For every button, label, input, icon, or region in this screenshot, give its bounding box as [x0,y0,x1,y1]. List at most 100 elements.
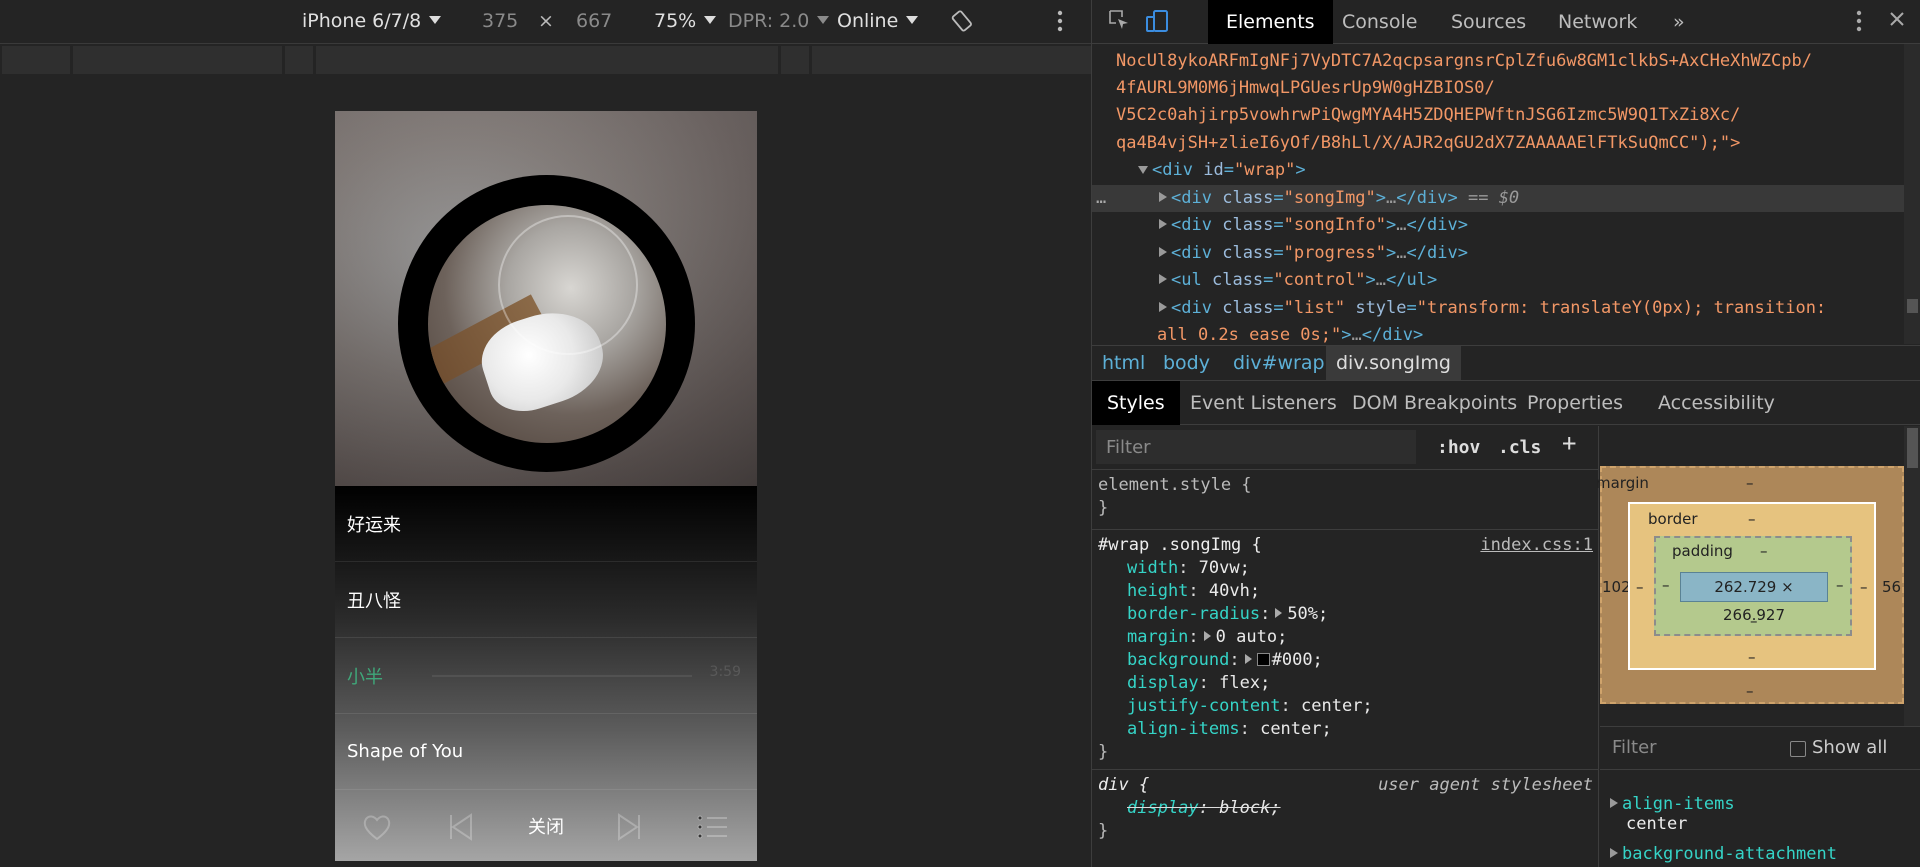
devtools-menu-icon[interactable] [1845,8,1873,36]
margin-left-value[interactable]: 102 [1602,578,1631,596]
dom-node-songimg[interactable]: … <div class="songImg">…</div> == $0 [1092,185,1904,212]
expand-triangle-icon[interactable] [1610,798,1618,808]
collapse-triangle-icon[interactable] [1138,166,1148,174]
song-progress-track [432,675,692,677]
attr-value-text: qa4B4vjSH+zlieI6yOf/B8hLl/X/AJR2qGU2dX7Z… [1116,133,1741,153]
breadcrumb-body[interactable]: body [1153,346,1220,380]
close-button[interactable]: 关闭 [513,813,579,843]
tab-network[interactable]: Network [1540,0,1655,44]
playlist-item[interactable]: Shape of You [335,714,757,790]
dom-scrollbar[interactable] [1904,44,1920,344]
dom-node-songinfo[interactable]: <div class="songInfo">…</div> [1092,212,1904,239]
tab-console[interactable]: Console [1324,0,1435,44]
rotate-icon[interactable] [951,8,975,37]
tab-event-listeners[interactable]: Event Listeners [1175,381,1352,425]
new-rule-button[interactable]: + [1562,431,1576,455]
songimg-css-rule[interactable]: #wrap .songImg { index.css:1 width: 70vw… [1092,530,1599,770]
expand-triangle-icon[interactable] [1159,247,1167,257]
expand-triangle-icon[interactable] [1244,654,1252,664]
border-label: border [1648,510,1698,528]
tab-properties[interactable]: Properties [1512,381,1638,425]
dom-line[interactable]: 4fAURL9M0M6jHmwqLPGUesrUp9W0gHZBIOS0/ [1092,75,1904,102]
element-style-rule[interactable]: element.style { } [1092,470,1599,530]
expand-triangle-icon[interactable] [1203,631,1211,641]
expand-triangle-icon[interactable] [1159,219,1167,229]
css-property[interactable]: justify-content: center; [1098,695,1593,718]
dom-line[interactable]: V5C2c0ahjirp5vowhrwPiQwgMYA4H5ZDQHEPWftn… [1092,102,1904,129]
dom-node-control[interactable]: <ul class="control">…</ul> [1092,267,1904,294]
dom-node-progress[interactable]: <div class="progress">…</div> [1092,240,1904,267]
breadcrumb-div-wrap[interactable]: div#wrap [1223,346,1335,380]
previous-icon[interactable] [443,809,479,845]
breadcrumb-div-songimg[interactable]: div.songImg [1326,346,1461,380]
rule-source-link[interactable]: index.css:1 [1480,534,1593,557]
dom-line[interactable]: all 0.2s ease 0s;">…</div> [1092,322,1904,344]
more-options-icon[interactable] [1054,8,1066,39]
width-input[interactable]: 375 [482,10,518,32]
css-property-overridden[interactable]: display: block; [1098,797,1593,820]
height-input[interactable]: 667 [576,10,612,32]
inspect-element-icon[interactable] [1105,8,1133,36]
hover-state-button[interactable]: :hov [1437,436,1480,459]
breadcrumb-html[interactable]: html [1092,346,1155,380]
close-icon[interactable] [1883,8,1911,36]
computed-property[interactable]: align-items center [1610,794,1735,834]
tab-accessibility[interactable]: Accessibility [1643,381,1790,425]
attr-value-text: NocUl8ykoARFmIgNFj7VyDTC7A2qcpsargnsrCpl… [1116,51,1812,71]
css-property[interactable]: background: #000; [1098,649,1593,672]
playlist-item[interactable]: 好运来 [335,486,757,562]
dpr-select[interactable]: DPR: 2.0 [728,10,830,32]
expand-triangle-icon[interactable] [1610,848,1618,858]
device-select[interactable]: iPhone 6/7/8 [302,10,442,32]
dimension-separator: × [538,10,554,32]
computed-filter-input[interactable]: Filter [1612,737,1657,758]
song-title: 丑八怪 [347,590,401,612]
expand-triangle-icon[interactable] [1159,274,1167,284]
show-all-checkbox[interactable] [1790,741,1806,757]
expand-triangle-icon[interactable] [1275,608,1283,618]
box-model-margin[interactable]: margin – – 102 56 border – – – – padding… [1596,466,1904,704]
computed-property[interactable]: background-attachment [1610,844,1837,864]
expand-triangle-icon[interactable] [1159,192,1167,202]
user-agent-rule[interactable]: div { user agent stylesheet display: blo… [1092,770,1599,867]
dom-node-wrap[interactable]: <div id="wrap"> [1092,157,1904,184]
css-property[interactable]: display: flex; [1098,672,1593,695]
playlist-item-active[interactable]: 小半 3:59 [335,638,757,714]
styles-filter-bar: :hov .cls + [1092,426,1599,470]
playlist-item[interactable]: 丑八怪 [335,562,757,638]
css-property[interactable]: border-radius: 50%; [1098,603,1593,626]
box-model-padding[interactable]: padding – – – – 262.729 × 266.927 [1654,536,1852,636]
styles-filter-input[interactable] [1096,430,1416,464]
css-property[interactable]: margin: 0 auto; [1098,626,1593,649]
dom-line[interactable]: qa4B4vjSH+zlieI6yOf/B8hLl/X/AJR2qGU2dX7Z… [1092,130,1904,157]
device-toggle-icon[interactable] [1143,8,1171,36]
margin-right-value[interactable]: 56 [1882,578,1901,596]
zoom-select[interactable]: 75% [654,10,717,32]
network-select[interactable]: Online [837,10,919,32]
box-model-content[interactable]: 262.729 × 266.927 [1680,572,1828,624]
computed-scrollbar[interactable] [1904,426,1920,726]
dom-node-list[interactable]: <div class="list" style="transform: tran… [1092,295,1904,322]
list-icon[interactable] [695,809,731,845]
heart-icon[interactable] [359,809,395,845]
css-property[interactable]: height: 40vh; [1098,580,1593,603]
color-swatch[interactable] [1256,653,1270,666]
tab-styles[interactable]: Styles [1092,381,1180,425]
show-all-label[interactable]: Show all [1812,737,1887,758]
node-actions-icon[interactable]: … [1096,185,1106,213]
tab-sources[interactable]: Sources [1433,0,1544,44]
device-toolbar: iPhone 6/7/8 375 × 667 75% DPR: 2.0 Onli… [0,0,1091,44]
media-query-ruler[interactable] [0,46,1207,74]
chevron-down-icon [704,16,717,24]
box-model-border[interactable]: border – – – – padding – – – – 262.729 ×… [1628,502,1876,670]
class-toggle-button[interactable]: .cls [1498,436,1541,459]
css-property[interactable]: align-items: center; [1098,718,1593,741]
tab-elements[interactable]: Elements [1208,0,1333,44]
tab-dom-breakpoints[interactable]: DOM Breakpoints [1337,381,1532,425]
more-tabs-icon[interactable]: » [1655,0,1703,44]
css-property[interactable]: width: 70vw; [1098,557,1593,580]
song-title: 好运来 [347,514,401,536]
next-icon[interactable] [611,809,647,845]
expand-triangle-icon[interactable] [1159,302,1167,312]
dom-line[interactable]: NocUl8ykoARFmIgNFj7VyDTC7A2qcpsargnsrCpl… [1092,48,1904,75]
